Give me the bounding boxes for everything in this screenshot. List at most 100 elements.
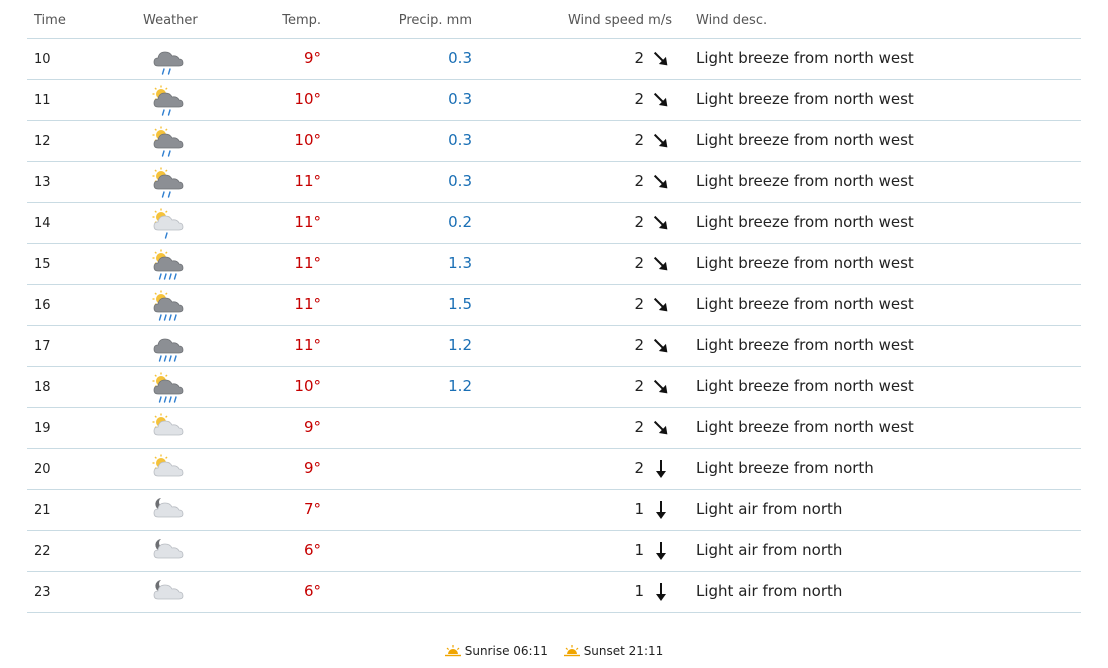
table-row: 23 6° 1 Light air from north (27, 572, 1081, 613)
wind-desc-cell: Light air from north (696, 500, 843, 518)
wind-arrow-icon (653, 295, 669, 315)
sun-times: Sunrise 06:11 Sunset 21:11 (0, 644, 1108, 660)
time-cell: 17 (34, 339, 51, 354)
wind-desc-cell: Light breeze from north (696, 459, 874, 477)
temperature-cell: 11° (294, 172, 321, 190)
wind-arrow-icon (653, 500, 669, 520)
header-wind-speed: Wind speed m/s (567, 13, 672, 28)
wind-arrow-icon (653, 213, 669, 233)
temperature-cell: 10° (294, 377, 321, 395)
wind-desc-cell: Light breeze from north west (696, 295, 914, 313)
time-cell: 21 (34, 503, 51, 518)
temperature-cell: 6° (303, 541, 321, 559)
precip-cell: 0.3 (448, 90, 472, 108)
cloud-rain-icon (149, 43, 189, 77)
table-row: 16 11° 1.5 2 Light breeze from north west (27, 285, 1081, 326)
table-row: 13 11° 0.3 2 Light breeze from north west (27, 162, 1081, 203)
table-row: 19 9° 2 Light breeze from north west (27, 408, 1081, 449)
partly-sunny-heavy-rain-icon (149, 371, 189, 405)
time-cell: 13 (34, 175, 51, 190)
wind-arrow-icon (653, 172, 669, 192)
wind-arrow-icon (653, 90, 669, 110)
table-row: 11 10° 0.3 2 Light breeze from north west (27, 80, 1081, 121)
table-row: 10 9° 0.3 2 Light breeze from north west (27, 39, 1081, 80)
wind-desc-cell: Light breeze from north west (696, 336, 914, 354)
table-row: 15 11° 1.3 2 Light breeze from north west (27, 244, 1081, 285)
partly-cloudy-night-icon (149, 535, 189, 569)
precip-cell: 1.2 (448, 377, 472, 395)
time-cell: 20 (34, 462, 51, 477)
wind-desc-cell: Light breeze from north west (696, 254, 914, 272)
wind-speed-cell: 2 (634, 172, 644, 190)
time-cell: 14 (34, 216, 51, 231)
wind-desc-cell: Light breeze from north west (696, 131, 914, 149)
table-row: 17 11° 1.2 2 Light breeze from north west (27, 326, 1081, 367)
precip-cell: 0.3 (448, 131, 472, 149)
sunrise-label: Sunrise 06:11 (464, 644, 548, 658)
sunset-icon (563, 645, 580, 657)
table-body: 10 9° 0.3 2 Light breeze from north west 1 1 10… (27, 39, 1081, 613)
temperature-cell: 11° (294, 213, 321, 231)
time-cell: 10 (34, 52, 51, 67)
wind-arrow-icon (653, 418, 669, 438)
wind-speed-cell: 2 (634, 90, 644, 108)
wind-arrow-icon (653, 582, 669, 602)
precip-cell: 1.2 (448, 336, 472, 354)
wind-speed-cell: 1 (634, 541, 644, 559)
partly-sunny-heavy-rain-icon (149, 289, 189, 323)
temperature-cell: 9° (303, 459, 321, 477)
partly-cloudy-day-icon (149, 453, 189, 487)
wind-arrow-icon (653, 377, 669, 397)
wind-desc-cell: Light air from north (696, 582, 843, 600)
time-cell: 19 (34, 421, 51, 436)
header-weather: Weather (143, 13, 198, 28)
temperature-cell: 10° (294, 90, 321, 108)
sunset: Sunset 21:11 (563, 644, 664, 658)
precip-cell: 1.3 (448, 254, 472, 272)
sunset-label: Sunset 21:11 (583, 644, 664, 658)
wind-desc-cell: Light breeze from north west (696, 213, 914, 231)
time-cell: 22 (34, 544, 51, 559)
precip-cell: 1.5 (448, 295, 472, 313)
table-row: 22 6° 1 Light air from north (27, 531, 1081, 572)
cloud-heavy-rain-icon (149, 330, 189, 364)
sunrise: Sunrise 06:11 (444, 644, 548, 658)
table-row: 18 10° 1.2 2 Light breeze from north west (27, 367, 1081, 408)
wind-arrow-icon (653, 49, 669, 69)
header-time: Time (34, 13, 66, 28)
partly-cloudy-night-icon (149, 494, 189, 528)
table-row: 14 11° 0.2 2 Light breeze from north west (27, 203, 1081, 244)
wind-speed-cell: 1 (634, 582, 644, 600)
partly-sunny-heavy-rain-icon (149, 248, 189, 282)
wind-speed-cell: 2 (634, 213, 644, 231)
temperature-cell: 11° (294, 336, 321, 354)
partly-sunny-rain-icon (149, 84, 189, 118)
wind-arrow-icon (653, 254, 669, 274)
table-row: 21 7° 1 Light air from north (27, 490, 1081, 531)
header-temp: Temp. (282, 13, 321, 28)
wind-speed-cell: 2 (634, 295, 644, 313)
hourly-forecast-table: Time Weather Temp. Precip. mm Wind speed… (27, 0, 1081, 613)
time-cell: 12 (34, 134, 51, 149)
wind-speed-cell: 2 (634, 49, 644, 67)
precip-cell: 0.3 (448, 172, 472, 190)
wind-speed-cell: 2 (634, 336, 644, 354)
wind-desc-cell: Light breeze from north west (696, 90, 914, 108)
precip-cell: 0.2 (448, 213, 472, 231)
wind-speed-cell: 2 (634, 418, 644, 436)
time-cell: 18 (34, 380, 51, 395)
wind-desc-cell: Light breeze from north west (696, 418, 914, 436)
temperature-cell: 7° (303, 500, 321, 518)
time-cell: 15 (34, 257, 51, 272)
wind-arrow-icon (653, 131, 669, 151)
partly-sunny-rain-icon (149, 125, 189, 159)
table-row: 12 10° 0.3 2 Light breeze from north west (27, 121, 1081, 162)
temperature-cell: 9° (303, 418, 321, 436)
partly-cloudy-night-icon (149, 576, 189, 610)
wind-arrow-icon (653, 459, 669, 479)
precip-cell: 0.3 (448, 49, 472, 67)
wind-speed-cell: 2 (634, 377, 644, 395)
sunrise-icon (444, 645, 461, 657)
wind-speed-cell: 2 (634, 459, 644, 477)
partly-sunny-light-rain-icon (149, 207, 189, 241)
